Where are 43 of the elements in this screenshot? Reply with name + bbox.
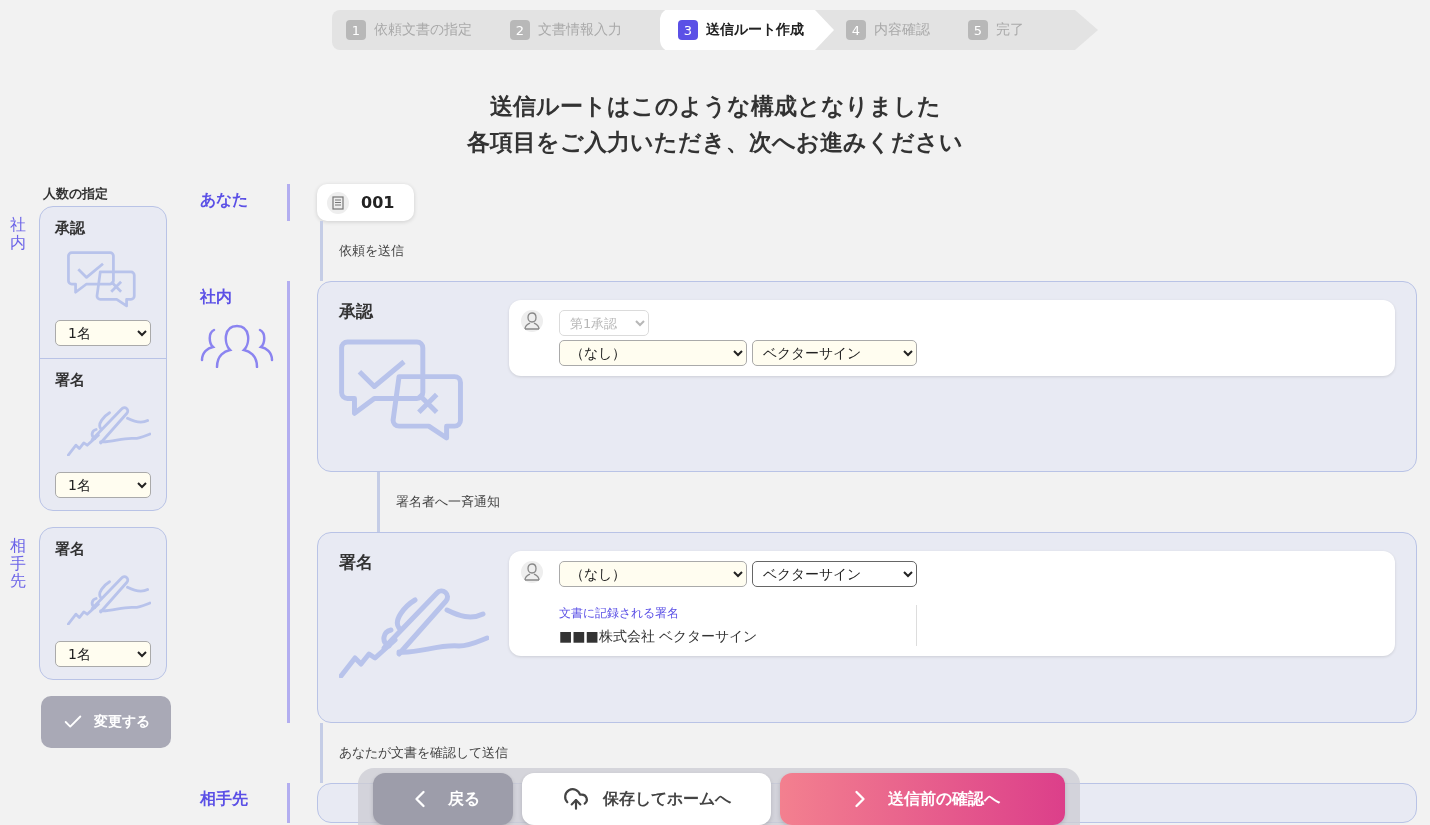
lane-label: 相手先: [200, 788, 248, 810]
role-title: 承認: [55, 219, 86, 238]
record-value: ■■■株式会社 ベクターサイン: [559, 628, 759, 646]
save-home-button[interactable]: 保存してホームへ: [522, 773, 771, 825]
step-label: 送信ルート作成: [706, 21, 804, 39]
company-select[interactable]: ベクターサイン: [752, 561, 917, 587]
group-label: 相手先: [10, 535, 26, 593]
count-select[interactable]: 1名: [55, 641, 151, 667]
step-number: 2: [510, 20, 530, 40]
company-select[interactable]: ベクターサイン: [752, 340, 917, 366]
role-title: 署名: [55, 540, 86, 559]
user-icon: [524, 563, 540, 581]
card-title: 承認: [339, 300, 375, 323]
hand-writing-icon: [67, 574, 151, 626]
lane-label: あなた: [200, 189, 248, 211]
approval-chat-icon: [67, 250, 139, 308]
page-heading: 送信ルートはこのような構成となりました: [488, 92, 942, 121]
person-select[interactable]: （なし）: [559, 340, 747, 366]
route-connector-text: あなたが文書を確認して送信: [339, 744, 508, 762]
user-icon: [524, 312, 540, 330]
person-select[interactable]: （なし）: [559, 561, 747, 587]
sidebar-title: 人数の指定: [43, 185, 109, 203]
step-label: 文書情報入力: [538, 21, 622, 39]
hand-writing-icon: [339, 588, 489, 678]
group-label: 社内: [10, 214, 26, 254]
record-label: 文書に記録される署名: [559, 605, 680, 622]
document-icon: [332, 195, 344, 210]
card-title: 署名: [339, 551, 374, 574]
lane-label: 社内: [200, 286, 232, 308]
step-number: 1: [346, 20, 366, 40]
step-number: 5: [968, 20, 988, 40]
step-number: 3: [678, 20, 698, 40]
role-title: 署名: [55, 371, 86, 390]
cloud-upload-icon: [562, 786, 589, 812]
count-select[interactable]: 1名: [55, 472, 151, 498]
route-connector-text: 署名者へ一斉通知: [396, 493, 500, 511]
count-select[interactable]: 1名: [55, 320, 151, 346]
page-heading: 各項目をご入力いただき、次へお進みください: [466, 128, 964, 157]
hand-writing-icon: [67, 405, 151, 457]
step-label: 完了: [996, 21, 1024, 39]
step-number: 4: [846, 20, 866, 40]
route-connector-text: 依頼を送信: [339, 242, 404, 260]
document-chip[interactable]: 001: [317, 184, 415, 221]
